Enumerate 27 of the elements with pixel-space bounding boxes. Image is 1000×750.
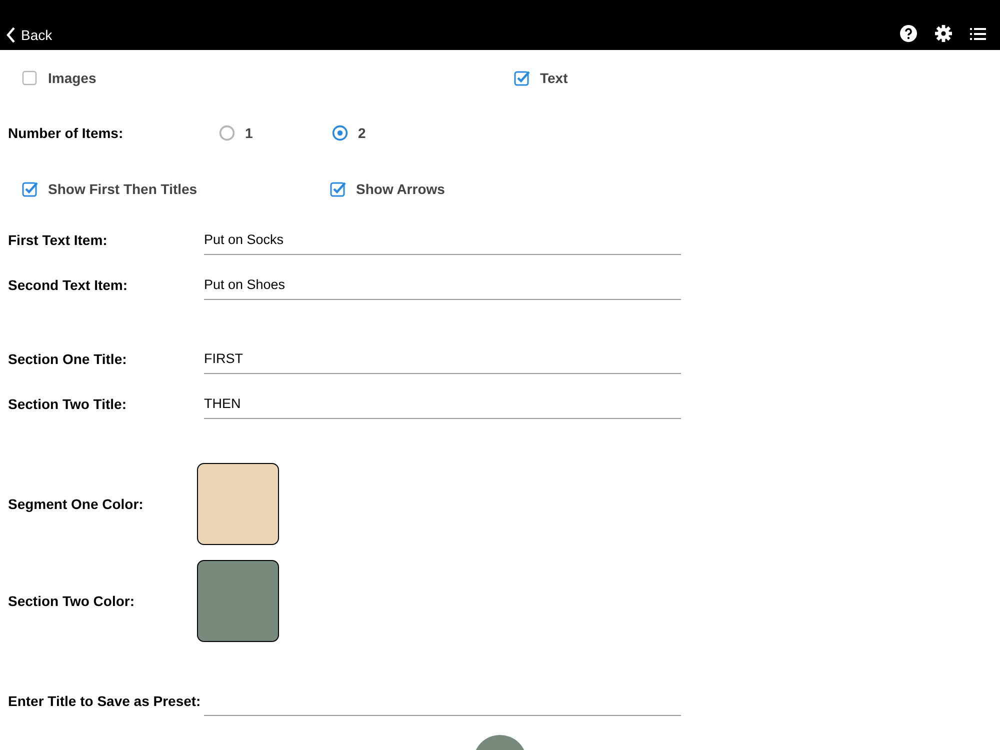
color-swatch[interactable] [197,462,279,544]
radio-button[interactable] [219,125,235,141]
radio-button[interactable] [332,125,348,141]
field-label: First Text Item: [7,232,108,248]
list-icon[interactable] [970,28,986,40]
settings-icon[interactable] [935,25,952,42]
checkbox[interactable] [22,70,38,86]
field-label: Second Text Item: [7,276,129,292]
field-label: Section One Title: [7,350,128,366]
field-label: Section Two Color: [7,592,136,608]
option-label: 1 [245,125,253,141]
field-label: Segment One Color: [7,496,144,512]
option-label: Show Arrows [356,181,445,197]
back-button[interactable]: Back [6,27,52,43]
checkbox[interactable] [330,181,346,197]
field-label: Section Two Title: [7,396,128,412]
color-swatch[interactable] [197,560,279,642]
checkbox[interactable] [514,70,530,86]
option-label: Show First Then Titles [48,181,198,197]
option-label: Images [48,70,96,86]
field-label: Number of Items: [7,125,124,141]
chevron-left-icon [6,27,16,43]
option-label: 2 [358,125,366,141]
option-label: Text [540,70,568,86]
checkbox[interactable] [22,181,38,197]
help-icon[interactable] [900,25,917,42]
field-label: Enter Title to Save as Preset: [7,692,202,708]
